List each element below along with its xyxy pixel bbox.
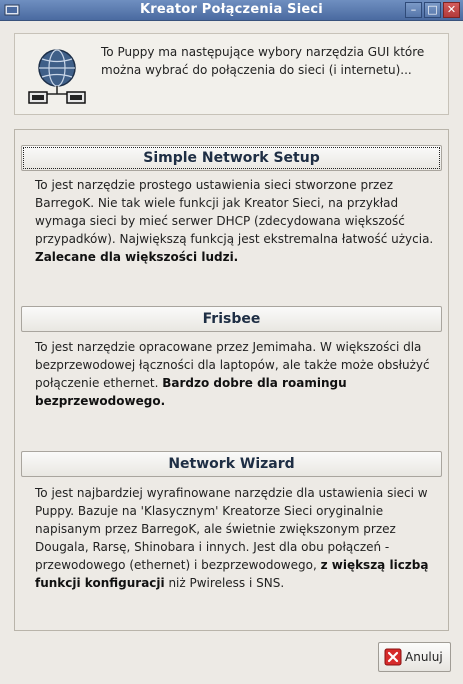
header-box: To Puppy ma następujące wybory narzędzia…	[14, 33, 449, 115]
options-panel: Simple Network Setup To jest narzędzie p…	[14, 129, 449, 631]
network-globe-icon	[28, 49, 86, 104]
description-tail: niż Pwireless i SNS.	[164, 576, 285, 590]
cancel-label: Anuluj	[405, 650, 443, 664]
simple-network-setup-description: To jest narzędzie prostego ustawienia si…	[35, 176, 435, 266]
close-button[interactable]: ✕	[443, 2, 460, 18]
header-description: To Puppy ma następujące wybory narzędzia…	[101, 45, 425, 77]
frisbee-button[interactable]: Frisbee	[21, 306, 442, 332]
simple-network-setup-button[interactable]: Simple Network Setup	[21, 145, 442, 171]
cancel-x-icon	[384, 648, 402, 666]
titlebar[interactable]: Kreator Połączenia Sieci – □ ✕	[0, 0, 463, 21]
window: Kreator Połączenia Sieci – □ ✕ To Puppy …	[0, 0, 463, 684]
frisbee-description: To jest narzędzie opracowane przez Jemim…	[35, 338, 435, 410]
description-emphasis: Zalecane dla większości ludzi.	[35, 250, 239, 264]
cancel-button[interactable]: Anuluj	[378, 642, 451, 672]
maximize-button[interactable]: □	[424, 2, 441, 18]
window-title: Kreator Połączenia Sieci	[140, 2, 323, 17]
network-wizard-button[interactable]: Network Wizard	[21, 451, 442, 477]
minimize-button[interactable]: –	[405, 2, 422, 18]
description-text: To jest narzędzie prostego ustawienia si…	[35, 178, 434, 246]
network-wizard-description: To jest najbardziej wyrafinowane narzędz…	[35, 484, 435, 592]
